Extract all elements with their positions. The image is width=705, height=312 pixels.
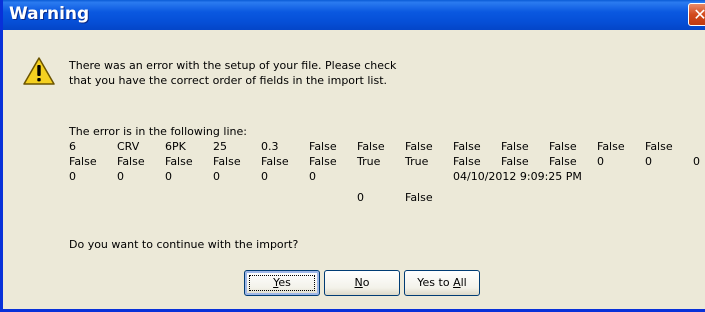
error-value: 0 (645, 155, 652, 168)
message-line-1: There was an error with the setup of you… (69, 59, 397, 72)
error-timestamp: 04/10/2012 9:09:25 PM (453, 170, 582, 183)
error-value: False (117, 155, 145, 168)
error-value: 0 (597, 155, 604, 168)
error-value: 0.3 (261, 140, 279, 153)
error-value: False (501, 155, 529, 168)
no-button-label: No (354, 276, 370, 289)
error-value: True (405, 155, 429, 168)
error-value: False (357, 140, 385, 153)
close-icon: ✕ (693, 5, 705, 24)
warning-dialog: Warning ✕ There was an error with the se… (0, 0, 705, 312)
error-value: 0 (117, 170, 124, 183)
error-value: 0 (261, 170, 268, 183)
error-value: 0 (309, 170, 316, 183)
yes-button[interactable]: Yes (244, 270, 320, 296)
title-bar[interactable]: Warning ✕ (3, 0, 705, 30)
close-button[interactable]: ✕ (688, 3, 705, 26)
error-value: 6PK (165, 140, 186, 153)
error-value: 25 (213, 140, 227, 153)
continue-question: Do you want to continue with the import? (69, 238, 299, 251)
yes-button-label: Yes (273, 276, 291, 289)
error-intro: The error is in the following line: (69, 125, 247, 138)
error-value: False (549, 140, 577, 153)
error-value: 0 (213, 170, 220, 183)
error-value: False (645, 140, 673, 153)
error-value: 0 (165, 170, 172, 183)
error-value: CRV (117, 140, 140, 153)
error-value: False (213, 155, 241, 168)
error-value: 0 (69, 170, 76, 183)
error-value: True (357, 155, 381, 168)
error-value: False (261, 155, 289, 168)
error-value: 0 (693, 155, 700, 168)
yes-to-all-button[interactable]: Yes to All (404, 270, 480, 296)
error-value: False (309, 155, 337, 168)
error-value: False (405, 140, 433, 153)
error-value: False (165, 155, 193, 168)
warning-icon (23, 57, 55, 85)
message-line-2: that you have the correct order of field… (69, 74, 388, 87)
dialog-title: Warning (9, 4, 90, 24)
yes-to-all-button-label: Yes to All (417, 276, 467, 289)
error-value: False (405, 191, 433, 204)
error-value: False (309, 140, 337, 153)
error-value: False (453, 140, 481, 153)
error-message: There was an error with the setup of you… (69, 58, 396, 88)
error-value: False (597, 140, 625, 153)
error-value: 6 (69, 140, 76, 153)
no-button[interactable]: No (324, 270, 400, 296)
error-value: False (549, 155, 577, 168)
error-value: False (69, 155, 97, 168)
error-value: False (453, 155, 481, 168)
error-value: False (501, 140, 529, 153)
error-value: 0 (357, 191, 364, 204)
